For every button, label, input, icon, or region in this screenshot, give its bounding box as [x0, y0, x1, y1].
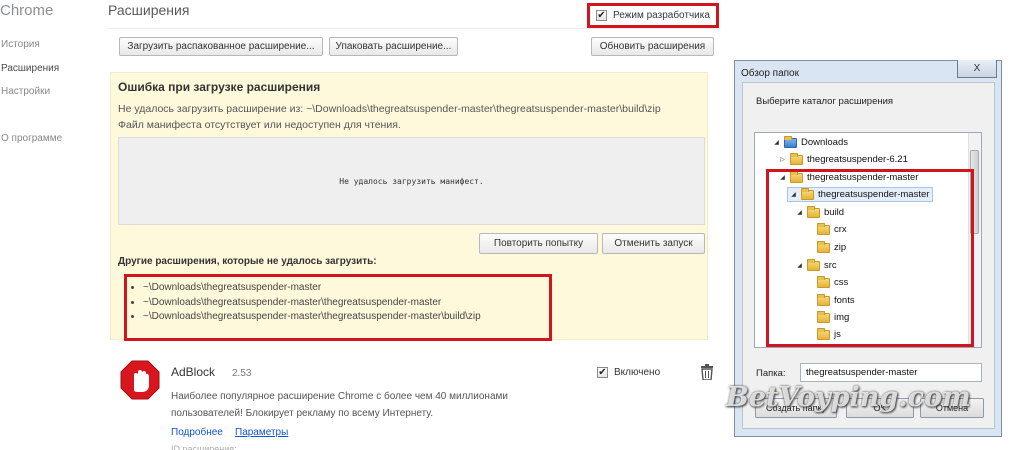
- extension-description-line: Наиболее популярное расширение Chrome с …: [171, 391, 508, 402]
- chrome-brand: Chrome: [0, 2, 54, 19]
- watermark: BetVoyping.com: [726, 382, 971, 413]
- pack-extension-button[interactable]: Упаковать расширение...: [329, 37, 458, 56]
- dialog-prompt: Выберите каталог расширения: [756, 96, 894, 107]
- error-manifest-line: Файл манифеста отсутствует или недоступе…: [118, 119, 401, 131]
- extension-enabled-toggle[interactable]: ✔ Включено: [597, 367, 660, 378]
- close-icon: X: [973, 63, 981, 74]
- list-item: ~\Downloads\thegreatsuspender-master\the…: [143, 296, 549, 311]
- cancel-load-button[interactable]: Отменить запуск: [602, 233, 705, 254]
- tree-node-suspender-621[interactable]: ▷ thegreatsuspender-6.21: [779, 152, 908, 165]
- update-extensions-button[interactable]: Обновить расширения: [591, 37, 714, 56]
- extension-description-line: пользователей! Блокирует рекламу по всем…: [171, 408, 434, 419]
- highlight-box: [766, 169, 974, 347]
- sidebar-item-about[interactable]: О программе: [1, 133, 62, 144]
- collapsed-arrow-icon[interactable]: ▷: [779, 156, 786, 163]
- dialog-close-button[interactable]: X: [957, 60, 997, 78]
- sidebar-item-history[interactable]: История: [1, 39, 40, 50]
- developer-mode-toggle[interactable]: ✔ Режим разработчика: [587, 3, 719, 28]
- downloads-folder-icon: [784, 135, 797, 148]
- sidebar: Chrome История Расширения Настройки О пр…: [0, 0, 100, 450]
- tree-node-label: thegreatsuspender-6.21: [807, 154, 908, 165]
- manifest-error-box: Не удалось загрузить манифест.: [118, 137, 705, 225]
- page-title: Расширения: [108, 2, 190, 18]
- enabled-checkbox[interactable]: ✔: [597, 367, 608, 378]
- sidebar-item-settings[interactable]: Настройки: [1, 86, 50, 97]
- error-title: Ошибка при загрузке расширения: [118, 80, 321, 94]
- adblock-icon: [120, 360, 160, 400]
- developer-mode-checkbox[interactable]: ✔: [596, 10, 607, 21]
- tree-node-downloads[interactable]: ◢ Downloads: [773, 135, 848, 148]
- folder-input[interactable]: thegreatsuspender-master: [800, 363, 982, 382]
- extension-description: Наиболее популярное расширение Chrome с …: [171, 388, 561, 422]
- developer-mode-label: Режим разработчика: [613, 10, 710, 21]
- extension-name: AdBlock: [171, 365, 216, 379]
- list-item: ~\Downloads\thegreatsuspender-master\the…: [143, 310, 549, 325]
- header-divider: [108, 28, 718, 29]
- load-unpacked-button[interactable]: Загрузить распакованное расширение...: [119, 37, 323, 56]
- error-path-line: Не удалось загрузить расширение из: ~\Do…: [118, 103, 661, 115]
- options-link[interactable]: Параметры: [235, 427, 288, 438]
- details-link[interactable]: Подробнее: [171, 427, 223, 438]
- list-item: ~\Downloads\thegreatsuspender-master: [143, 281, 549, 296]
- tree-node-label: Downloads: [801, 137, 848, 148]
- manifest-error-text: Не удалось загрузить манифест.: [339, 176, 484, 186]
- other-failed-list: ~\Downloads\thegreatsuspender-master ~\D…: [124, 274, 552, 341]
- sidebar-item-extensions[interactable]: Расширения: [1, 63, 59, 74]
- folder-icon: [790, 152, 803, 165]
- folder-field-label: Папка:: [756, 368, 786, 379]
- extension-version: 2.53: [232, 368, 252, 379]
- enabled-label: Включено: [614, 367, 661, 378]
- retry-button[interactable]: Повторить попытку: [479, 233, 598, 254]
- dialog-title: Обзор папок: [741, 68, 799, 79]
- expand-arrow-icon[interactable]: ◢: [773, 139, 780, 146]
- trash-icon[interactable]: [700, 364, 714, 380]
- truncated-row: ID расширения: ...: [171, 444, 247, 450]
- other-failed-title: Другие расширения, которые не удалось за…: [118, 256, 377, 267]
